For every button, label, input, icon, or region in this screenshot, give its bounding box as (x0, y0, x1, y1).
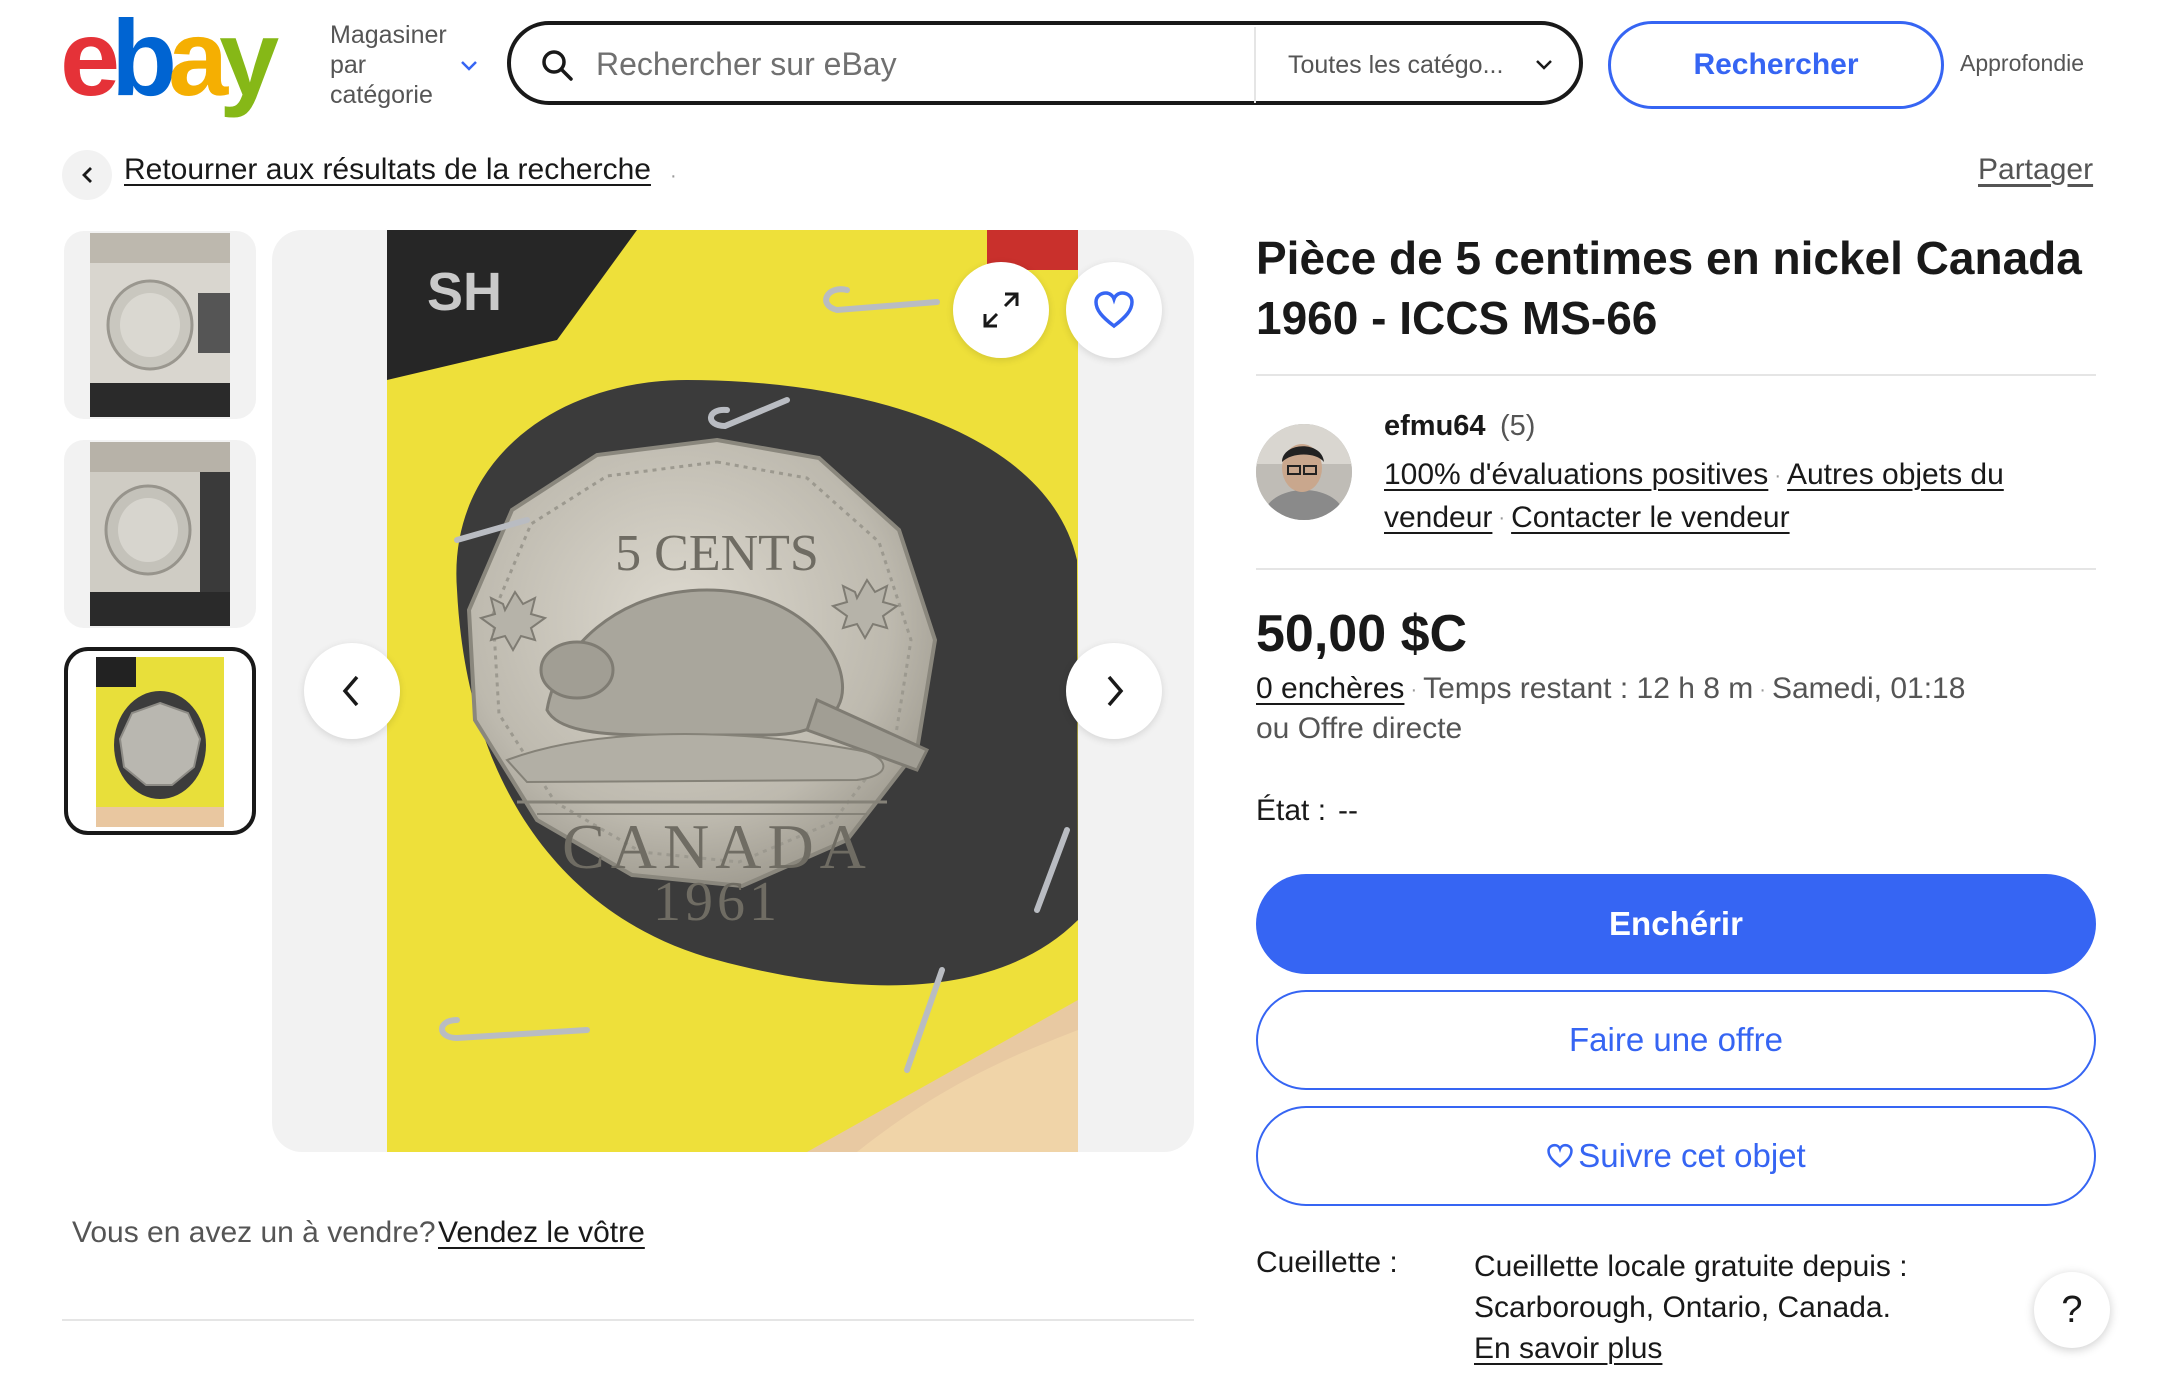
seller-avatar[interactable] (1256, 424, 1352, 520)
back-to-results-link[interactable]: Retourner aux résultats de la recherche (124, 153, 651, 187)
pickup-text: Cueillette locale gratuite depuis : Scar… (1474, 1250, 1908, 1324)
heart-icon (1094, 291, 1134, 329)
thumbnail-1[interactable] (64, 231, 256, 419)
pickup-label: Cueillette : (1256, 1246, 1398, 1279)
feedback-link[interactable]: 100% d'évaluations positives (1384, 458, 1768, 491)
divider (62, 1319, 1194, 1321)
logo-letter-e: e (60, 0, 120, 118)
thumbnail-photo (90, 233, 230, 417)
link-separator: · (1410, 678, 1418, 701)
chevron-right-icon (1107, 675, 1124, 707)
svg-text:SH: SH (427, 262, 502, 322)
previous-image-button[interactable] (304, 643, 400, 739)
seller-links: 100% d'évaluations positives · Autres obje… (1384, 454, 2084, 539)
logo-letter-a: a (168, 0, 228, 118)
search-divider (1254, 27, 1256, 103)
time-left: Temps restant : 12 h 8 m (1423, 672, 1754, 705)
link-separator: · (1759, 678, 1766, 701)
place-bid-button[interactable]: Enchérir (1256, 874, 2096, 974)
sell-question: Vous en avez un à vendre? (72, 1216, 436, 1249)
next-image-button[interactable] (1066, 643, 1162, 739)
ebay-logo[interactable]: ebay (60, 0, 300, 118)
expand-button[interactable] (953, 262, 1049, 358)
condition-value: -- (1338, 794, 1358, 827)
thumbnail-3-selected[interactable] (64, 647, 256, 835)
bids-row: 0 enchères · Temps restant : 12 h 8 m · Same… (1256, 672, 1965, 706)
category-select[interactable]: Toutes les catégo... (1270, 30, 1570, 100)
coin-top-text: 5 CENTS (615, 525, 819, 582)
bids-link[interactable]: 0 enchères (1256, 672, 1404, 705)
search-input[interactable] (596, 36, 1236, 92)
end-time: Samedi, 01:18 (1771, 672, 1966, 705)
item-title: Pièce de 5 centimes en nickel Canada 196… (1256, 232, 2082, 344)
chevron-left-icon (342, 675, 359, 707)
chevron-down-icon[interactable] (1533, 56, 1555, 74)
advanced-search-link[interactable]: Approfondie (1960, 50, 2084, 77)
sell-yours-link[interactable]: Vendez le vôtre (438, 1216, 645, 1250)
thumbnail-photo (90, 442, 230, 626)
chevron-down-icon[interactable] (458, 54, 480, 76)
search-icon (542, 50, 573, 81)
link-separator: · (1774, 464, 1781, 487)
help-button[interactable]: ? (2034, 1272, 2110, 1348)
watch-heart-button[interactable] (1066, 262, 1162, 358)
pickup-details: Cueillette locale gratuite depuis : Scar… (1474, 1246, 2034, 1369)
divider (1256, 568, 2096, 570)
share-link[interactable]: Partager (1978, 153, 2093, 187)
thumbnail-2[interactable] (64, 440, 256, 628)
contact-seller-link[interactable]: Contacter le vendeur (1511, 501, 1790, 534)
logo-letter-b: b (111, 0, 177, 118)
coin-year-text: 1961 (653, 871, 781, 933)
watch-item-button[interactable]: Suivre cet objet (1256, 1106, 2096, 1206)
chevron-left-icon[interactable] (78, 164, 98, 186)
search-button[interactable]: Rechercher (1608, 21, 1944, 109)
thumbnail-photo (96, 657, 224, 827)
condition-label: État : (1256, 794, 1327, 827)
breadcrumb-separator: · (670, 165, 677, 187)
expand-icon (983, 292, 1019, 328)
main-item-photo[interactable]: SH 5 CENTS CANADA 1961 (387, 230, 1078, 1152)
logo-letter-y: y (219, 0, 279, 118)
heart-icon (1547, 1143, 1573, 1168)
make-offer-button[interactable]: Faire une offre (1256, 990, 2096, 1090)
link-separator: · (1498, 507, 1506, 530)
learn-more-link[interactable]: En savoir plus (1474, 1332, 1662, 1365)
divider (1256, 374, 2096, 376)
watch-item-label: Suivre cet objet (1578, 1137, 1806, 1174)
seller-name[interactable]: efmu64 (1384, 410, 1486, 443)
offer-line: ou Offre directe (1256, 712, 1463, 745)
item-price: 50,00 $C (1256, 605, 1468, 663)
seller-feedback-count: (5) (1500, 410, 1536, 442)
shop-by-category-button[interactable]: Magasiner par catégorie (330, 20, 465, 110)
